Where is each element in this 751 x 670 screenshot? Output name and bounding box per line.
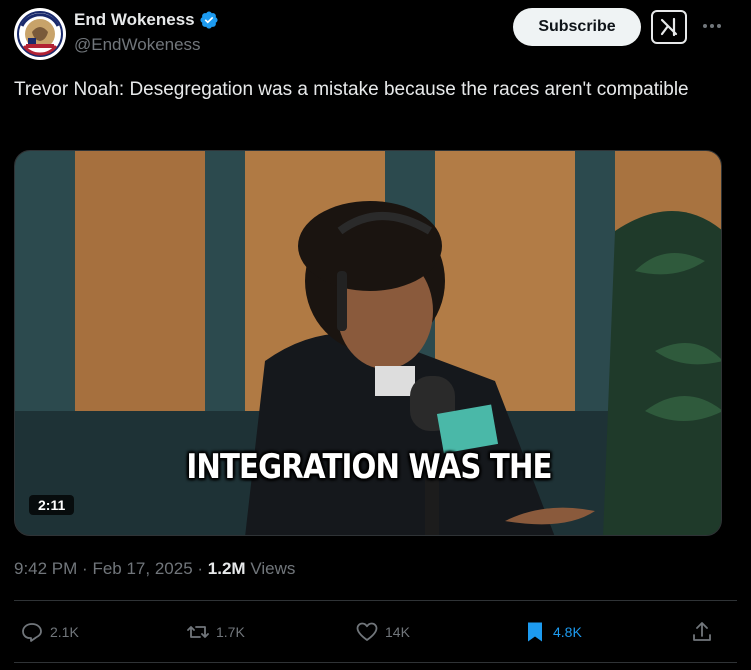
like-count: 14K [385, 624, 410, 640]
divider-bottom [14, 662, 737, 663]
repost-button[interactable]: 1.7K [186, 616, 245, 648]
tweet-time[interactable]: 9:42 PM [14, 559, 77, 578]
tweet-text: Trevor Noah: Desegregation was a mistake… [14, 79, 689, 100]
avatar[interactable] [14, 8, 66, 60]
avatar-badge-icon [15, 9, 65, 59]
reply-icon [22, 623, 42, 642]
bookmark-icon [528, 622, 542, 642]
views-count: 1.2M [207, 559, 246, 578]
reply-button[interactable]: 2.1K [20, 616, 79, 648]
action-bar: 2.1K 1.7K 14K 4.8K [14, 616, 724, 648]
verified-badge-icon [200, 11, 218, 29]
author-name-row: End Wokeness [74, 10, 219, 30]
video-caption: INTEGRATION WAS THE [186, 447, 552, 487]
tweet-date[interactable]: Feb 17, 2025 [92, 559, 192, 578]
share-button[interactable] [690, 616, 720, 648]
reply-count: 2.1K [50, 624, 79, 640]
more-icon [703, 24, 721, 28]
author-display-name[interactable]: End Wokeness [74, 10, 195, 30]
grok-icon [660, 17, 678, 37]
video-player[interactable]: INTEGRATION WAS THE 2:11 [14, 150, 722, 536]
video-duration: 2:11 [29, 495, 75, 515]
repost-icon [187, 626, 209, 638]
bookmark-count: 4.8K [553, 624, 582, 640]
like-button[interactable]: 14K [355, 616, 410, 648]
divider-top [14, 600, 737, 601]
bookmark-button[interactable]: 4.8K [523, 616, 582, 648]
heart-icon [356, 622, 378, 641]
tweet-header: End Wokeness @EndWokeness Subscribe [14, 8, 737, 64]
views-label: Views [250, 559, 296, 578]
grok-button[interactable] [651, 10, 687, 44]
author-handle[interactable]: @EndWokeness [74, 35, 201, 55]
share-icon [693, 622, 711, 641]
tweet-meta: 9:42 PM · Feb 17, 2025 · 1.2M Views [14, 559, 295, 579]
more-button[interactable] [698, 14, 726, 38]
meta-separator: · [82, 559, 88, 578]
meta-separator: · [197, 559, 204, 578]
repost-count: 1.7K [216, 624, 245, 640]
subscribe-button[interactable]: Subscribe [513, 8, 641, 46]
